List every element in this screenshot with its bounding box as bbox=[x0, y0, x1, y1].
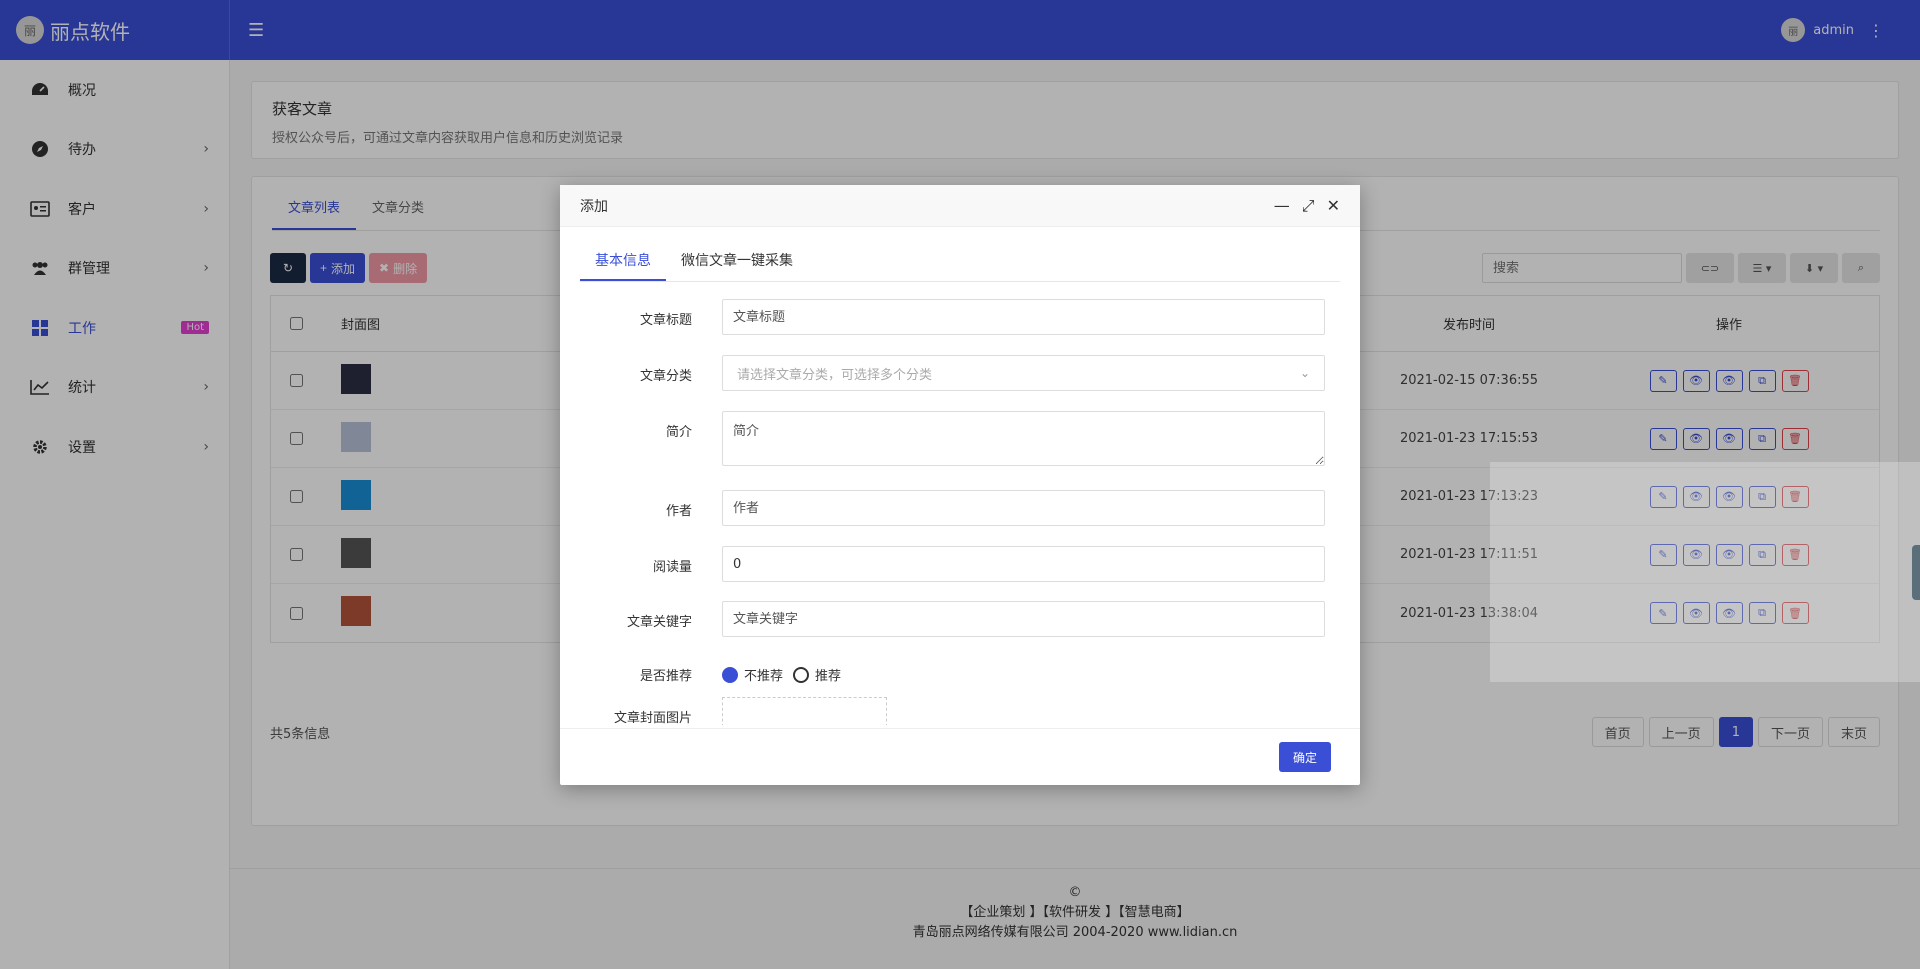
tab-basic-info[interactable]: 基本信息 bbox=[580, 241, 666, 281]
title-input[interactable] bbox=[722, 299, 1325, 335]
chevron-down-icon: ⌄ bbox=[1299, 366, 1310, 380]
side-drawer-handle[interactable] bbox=[1912, 545, 1920, 600]
author-label: 作者 bbox=[665, 504, 692, 519]
dialog-footer: 确定 bbox=[560, 728, 1360, 785]
recommend-radios: 不推荐 推荐 bbox=[722, 655, 1325, 684]
category-select[interactable]: 请选择文章分类，可选择多个分类 ⌄ bbox=[722, 355, 1325, 391]
backdrop-highlight bbox=[1490, 462, 1920, 682]
dialog-controls: — ⤢ ✕ bbox=[1274, 196, 1340, 216]
reads-label: 阅读量 bbox=[652, 560, 692, 575]
form-row-author: 作者 bbox=[560, 490, 1325, 526]
reads-input[interactable] bbox=[722, 546, 1325, 582]
dialog-title: 添加 bbox=[580, 198, 608, 215]
confirm-button[interactable]: 确定 bbox=[1278, 742, 1331, 772]
add-article-dialog: 添加 — ⤢ ✕ 基本信息 微信文章一键采集 文章标题 文章分类 请选择文章分类… bbox=[560, 185, 1360, 785]
cover-upload[interactable] bbox=[722, 697, 887, 725]
form-row-title: 文章标题 bbox=[560, 299, 1325, 335]
intro-textarea[interactable] bbox=[722, 411, 1325, 466]
radio-checked-icon bbox=[722, 666, 738, 683]
dialog-tabs: 基本信息 微信文章一键采集 bbox=[580, 241, 1340, 282]
form-row-recommend: 是否推荐 不推荐 推荐 bbox=[560, 655, 1325, 684]
dialog-body: 文章标题 文章分类 请选择文章分类，可选择多个分类 ⌄ 简介 作者 阅读量 文章 bbox=[560, 295, 1360, 725]
category-placeholder: 请选择文章分类，可选择多个分类 bbox=[737, 367, 933, 383]
radio-label: 不推荐 bbox=[744, 669, 784, 684]
keywords-input[interactable] bbox=[722, 601, 1325, 637]
maximize-icon[interactable]: ⤢ bbox=[1302, 196, 1315, 216]
cover-label: 文章封面图片 bbox=[613, 711, 692, 725]
form-row-intro: 简介 bbox=[560, 411, 1325, 470]
radio-not-recommend[interactable]: 不推荐 bbox=[722, 665, 783, 684]
close-icon[interactable]: ✕ bbox=[1327, 196, 1340, 216]
recommend-label: 是否推荐 bbox=[639, 669, 692, 684]
tab-wechat-import[interactable]: 微信文章一键采集 bbox=[666, 241, 808, 281]
minimize-icon[interactable]: — bbox=[1274, 196, 1290, 216]
form-row-category: 文章分类 请选择文章分类，可选择多个分类 ⌄ bbox=[560, 355, 1325, 391]
title-label: 文章标题 bbox=[639, 313, 692, 328]
intro-label: 简介 bbox=[665, 425, 692, 440]
form-row-cover: 文章封面图片 bbox=[560, 697, 1325, 725]
author-input[interactable] bbox=[722, 490, 1325, 526]
radio-recommend[interactable]: 推荐 bbox=[793, 665, 841, 684]
form-row-reads: 阅读量 bbox=[560, 546, 1325, 582]
form-row-keywords: 文章关键字 bbox=[560, 601, 1325, 637]
keywords-label: 文章关键字 bbox=[626, 615, 692, 630]
dialog-header: 添加 — ⤢ ✕ bbox=[560, 185, 1360, 227]
radio-unchecked-icon bbox=[793, 666, 810, 683]
radio-label: 推荐 bbox=[815, 669, 842, 684]
category-label: 文章分类 bbox=[639, 369, 692, 384]
